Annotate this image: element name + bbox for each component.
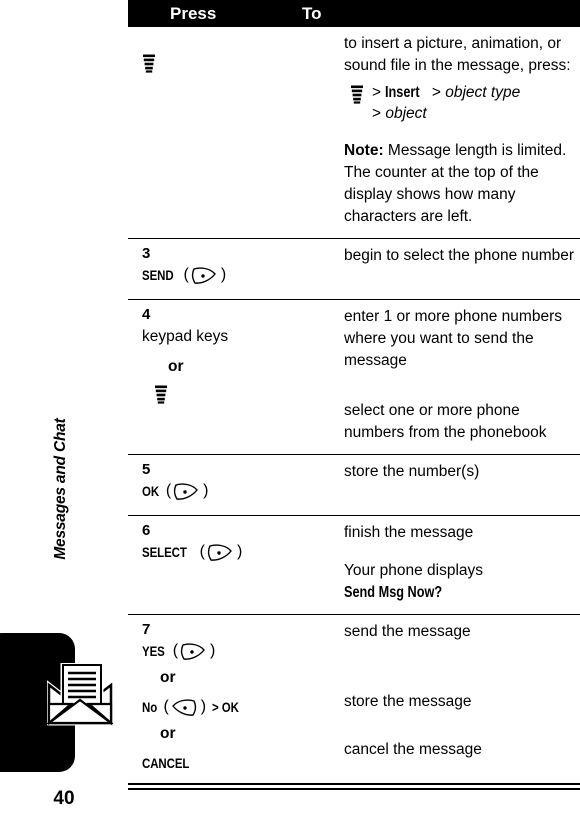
- to-alt-text: store the message: [344, 693, 472, 710]
- row-to-cell: send the message store the message cance…: [344, 615, 580, 771]
- softkey-label-select[interactable]: SELECT: [142, 544, 187, 560]
- right-softkey-icon[interactable]: [190, 265, 218, 286]
- table-row: 4 keypad keys or enter 1 or more phone n…: [128, 299, 580, 454]
- paren-open: (: [199, 543, 205, 560]
- press-body: OK ( ): [142, 479, 312, 505]
- table-row: 7 YES ( ) or No () > OK or CANCEL send …: [128, 614, 580, 787]
- display-prefix: Your phone displays: [344, 562, 484, 579]
- menu-sequence-text: > Insert > object type > object: [372, 84, 521, 122]
- row-press-cell: 4 keypad keys or: [128, 300, 344, 418]
- menu-sequence: > Insert > object type > object: [344, 82, 578, 124]
- procedure-table: Press To to insert a picture, animation,…: [128, 0, 580, 787]
- menu-item-insert: Insert: [385, 84, 420, 101]
- column-header-press: Press: [170, 3, 217, 23]
- softkey-label-yes[interactable]: YES: [142, 643, 165, 659]
- bottom-rule: [128, 783, 580, 790]
- or-separator: or: [160, 669, 176, 686]
- row-to-cell: enter 1 or more phone numbers where you …: [344, 300, 580, 454]
- table-row: 3 SEND ( ) begin to select the phone num…: [128, 238, 580, 299]
- step-number: 6: [142, 522, 151, 539]
- step-number: 4: [142, 306, 151, 323]
- to-alt-text: select one or more phone numbers from th…: [344, 402, 547, 441]
- paren-close: ): [220, 266, 227, 283]
- to-text: enter 1 or more phone numbers where you …: [344, 308, 562, 369]
- to-alt2-text: cancel the message: [344, 741, 482, 758]
- or-separator: or: [168, 358, 184, 375]
- column-header-to: To: [302, 3, 322, 23]
- press-line-alt: [142, 382, 312, 406]
- menu-item-object-type: object type: [445, 84, 521, 101]
- table-header-row: Press To: [128, 0, 580, 27]
- right-softkey-icon[interactable]: [172, 481, 200, 502]
- softkey-label-ok[interactable]: OK: [142, 483, 159, 499]
- paren-open: (: [165, 482, 172, 499]
- paren-close: ): [210, 642, 216, 659]
- to-text: begin to select the phone number: [344, 247, 575, 264]
- row-press-cell: 6 SELECT ( ): [128, 516, 344, 576]
- row-press-cell: 3 SEND ( ): [128, 239, 344, 299]
- step-number: 7: [142, 621, 151, 638]
- press-line: OK ( ): [142, 479, 312, 503]
- paren-close: ): [200, 698, 207, 715]
- row-to-cell: finish the message Your phone displays S…: [344, 516, 580, 614]
- paren-close: ): [203, 482, 209, 499]
- step-number: 5: [142, 461, 151, 478]
- note-block: Note: Message length is limited. The cou…: [344, 140, 578, 228]
- menu-key-icon[interactable]: [350, 85, 364, 104]
- press-line: SELECT ( ): [142, 540, 312, 564]
- press-body: SEND ( ): [142, 263, 312, 289]
- table-row: 6 SELECT ( ) finish the message Your pho…: [128, 515, 580, 614]
- press-line-alt: No ( ) > OK: [142, 695, 312, 719]
- menu-key-icon[interactable]: [142, 54, 156, 73]
- to-text-secondary: Your phone displays Send Msg Now?: [344, 560, 578, 604]
- chapter-title: Messages and Chat: [52, 418, 69, 560]
- to-text: send the message: [344, 623, 471, 640]
- note-label: Note:: [344, 142, 384, 159]
- table-row: to insert a picture, animation, or sound…: [128, 27, 580, 238]
- press-line: SEND ( ): [142, 263, 312, 287]
- or-separator-2: or: [160, 725, 176, 742]
- to-text: finish the message: [344, 524, 474, 541]
- press-body: YES ( ) or No () > OK or CANCEL: [142, 639, 312, 777]
- table-row: 5 OK ( ) store the number(s): [128, 454, 580, 515]
- softkey-label-no[interactable]: No: [142, 699, 157, 715]
- softkey-alt-suffix[interactable]: > OK: [212, 699, 239, 715]
- paren-close: ): [236, 543, 243, 560]
- right-softkey-icon[interactable]: [179, 641, 207, 662]
- to-text: store the number(s): [344, 463, 480, 480]
- paren-open: (: [183, 266, 189, 283]
- to-intro-text: to insert a picture, animation, or sound…: [344, 35, 571, 74]
- row-to-cell: store the number(s): [344, 455, 580, 493]
- display-prompt: Send Msg Now?: [344, 584, 443, 601]
- row-press-cell: [128, 27, 344, 87]
- press-body: [142, 51, 312, 77]
- press-line-alt2: CANCEL: [142, 751, 312, 775]
- step-number: 3: [142, 245, 151, 262]
- softkey-label-send[interactable]: SEND: [142, 267, 174, 283]
- left-softkey-icon[interactable]: [170, 697, 198, 718]
- paren-open: (: [172, 642, 179, 659]
- left-page-margin: Messages and Chat 40: [0, 0, 128, 817]
- softkey-label-cancel[interactable]: CANCEL: [142, 755, 189, 771]
- menu-item-object: object: [385, 105, 427, 122]
- row-to-cell: to insert a picture, animation, or sound…: [344, 27, 580, 238]
- paren-open: (: [163, 698, 169, 715]
- press-line: [142, 51, 312, 75]
- envelope-icon: [45, 662, 115, 727]
- press-label-keypad-keys[interactable]: keypad keys: [142, 324, 312, 348]
- row-press-cell: 5 OK ( ): [128, 455, 344, 515]
- row-to-cell: begin to select the phone number: [344, 239, 580, 277]
- right-softkey-icon[interactable]: [206, 542, 234, 563]
- page-number: 40: [53, 788, 75, 809]
- menu-key-icon[interactable]: [154, 385, 168, 404]
- press-body: keypad keys or: [142, 324, 312, 408]
- press-line: YES ( ): [142, 639, 312, 663]
- row-press-cell: 7 YES ( ) or No () > OK or CANCEL: [128, 615, 344, 787]
- press-body: SELECT ( ): [142, 540, 312, 566]
